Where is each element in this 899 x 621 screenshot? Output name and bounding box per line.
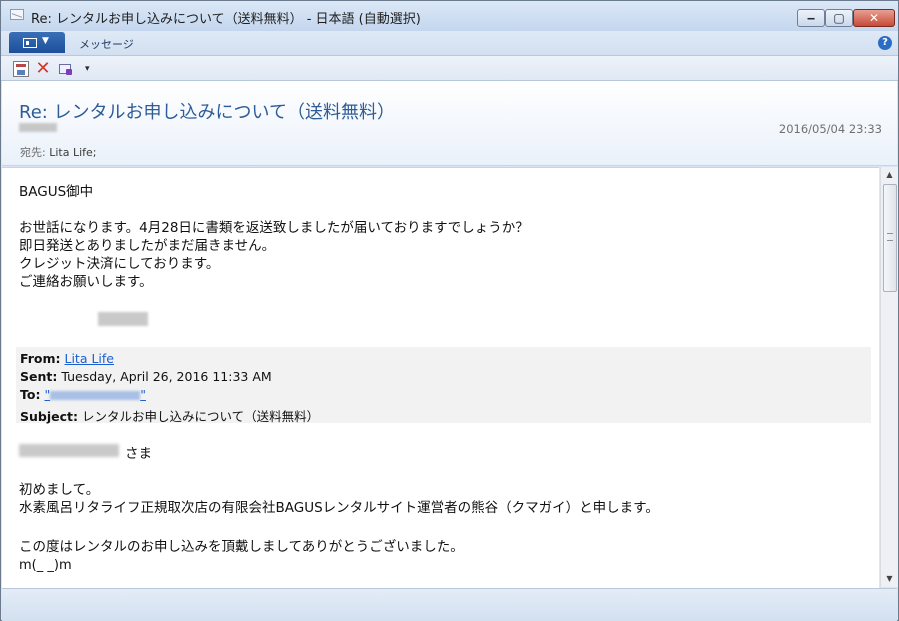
maximize-button[interactable]: ▢	[825, 9, 853, 27]
body-line: ご連絡お願いします。	[19, 274, 153, 290]
scroll-up-icon[interactable]: ▲	[881, 167, 898, 183]
signature-redacted	[98, 312, 148, 326]
reply-icon[interactable]	[57, 61, 73, 77]
quoted-from: From: Lita Life	[20, 351, 114, 366]
close-button[interactable]: ✕	[853, 9, 895, 27]
recipient-redacted	[50, 391, 141, 400]
sent-label: Sent:	[20, 369, 58, 384]
from-label: From:	[20, 351, 61, 366]
message-date: 2016/05/04 23:33	[778, 122, 882, 136]
quote-close: "	[140, 387, 146, 402]
tab-message[interactable]: メッセージ	[79, 36, 134, 52]
greeting-suffix: さま	[125, 446, 152, 462]
app-menu-button[interactable]: ▼	[9, 32, 65, 53]
envelope-icon	[10, 9, 24, 20]
save-icon[interactable]	[13, 61, 29, 77]
from-link[interactable]: Lita Life	[65, 351, 115, 366]
scroll-down-icon[interactable]: ▼	[881, 571, 898, 587]
help-icon[interactable]: ?	[878, 36, 892, 50]
body-line: クレジット決済にしております。	[19, 256, 220, 272]
body-line: 即日発送とありましたがまだ届きません。	[19, 238, 276, 254]
to-value[interactable]: Lita Life;	[49, 146, 96, 159]
body-line: お世話になります。4月28日に書類を返送致しましたが届いておりますでしょうか？	[19, 220, 529, 236]
status-bar	[2, 588, 897, 621]
customer-name-redacted	[19, 444, 119, 457]
minimize-button[interactable]: ‒	[797, 9, 825, 27]
reply-line: m(_ _)m	[19, 558, 72, 573]
reply-line: この度はレンタルのお申し込みを頂戴しましてありがとうございました。	[19, 539, 464, 555]
quoted-sent: Sent: Tuesday, April 26, 2016 11:33 AM	[20, 369, 272, 384]
title-bar: Re: レンタルお申し込みについて（送料無料） - 日本語 (自動選択) ‒ ▢…	[1, 1, 898, 31]
close-icon: ✕	[868, 11, 880, 25]
sent-value: Tuesday, April 26, 2016 11:33 AM	[61, 369, 272, 384]
recipient-line: 宛先: Lita Life;	[20, 144, 96, 160]
chevron-down-icon: ▼	[42, 36, 49, 46]
quoted-subject: Subject: レンタルお申し込みについて（送料無料）	[20, 406, 319, 425]
reply-line: 初めまして。	[19, 482, 100, 498]
quoted-subject-label: Subject:	[20, 409, 78, 424]
menu-icon	[23, 38, 37, 48]
quoted-to: To: " "	[20, 387, 146, 402]
delete-icon[interactable]: ✕	[35, 60, 51, 78]
quoted-to-link[interactable]: " "	[44, 387, 146, 402]
reply-line: 水素風呂リタライフ正規取次店の有限会社BAGUSレンタルサイト運営者の熊谷（クマ…	[19, 500, 659, 516]
message-subject: Re: レンタルお申し込みについて（送料無料）	[19, 102, 396, 123]
customize-toolbar-icon[interactable]: ▾	[85, 64, 90, 74]
scroll-thumb[interactable]	[883, 184, 897, 292]
vertical-scrollbar[interactable]: ▲ ▼	[880, 167, 898, 587]
to-label: 宛先:	[20, 146, 46, 159]
sender-name-redacted	[19, 123, 57, 132]
window-title: Re: レンタルお申し込みについて（送料無料） - 日本語 (自動選択)	[31, 12, 421, 27]
ribbon-bar	[1, 31, 898, 56]
body-salutation: BAGUS御中	[19, 184, 94, 200]
quoted-to-label: To:	[20, 387, 41, 402]
maximize-icon: ▢	[833, 11, 845, 25]
grip-icon	[887, 233, 893, 241]
quick-access-toolbar	[1, 56, 898, 81]
minimize-icon: ‒	[806, 11, 816, 25]
quoted-subject-value: レンタルお申し込みについて（送料無料）	[81, 409, 320, 424]
mail-window: Re: レンタルお申し込みについて（送料無料） - 日本語 (自動選択) ‒ ▢…	[0, 0, 899, 621]
